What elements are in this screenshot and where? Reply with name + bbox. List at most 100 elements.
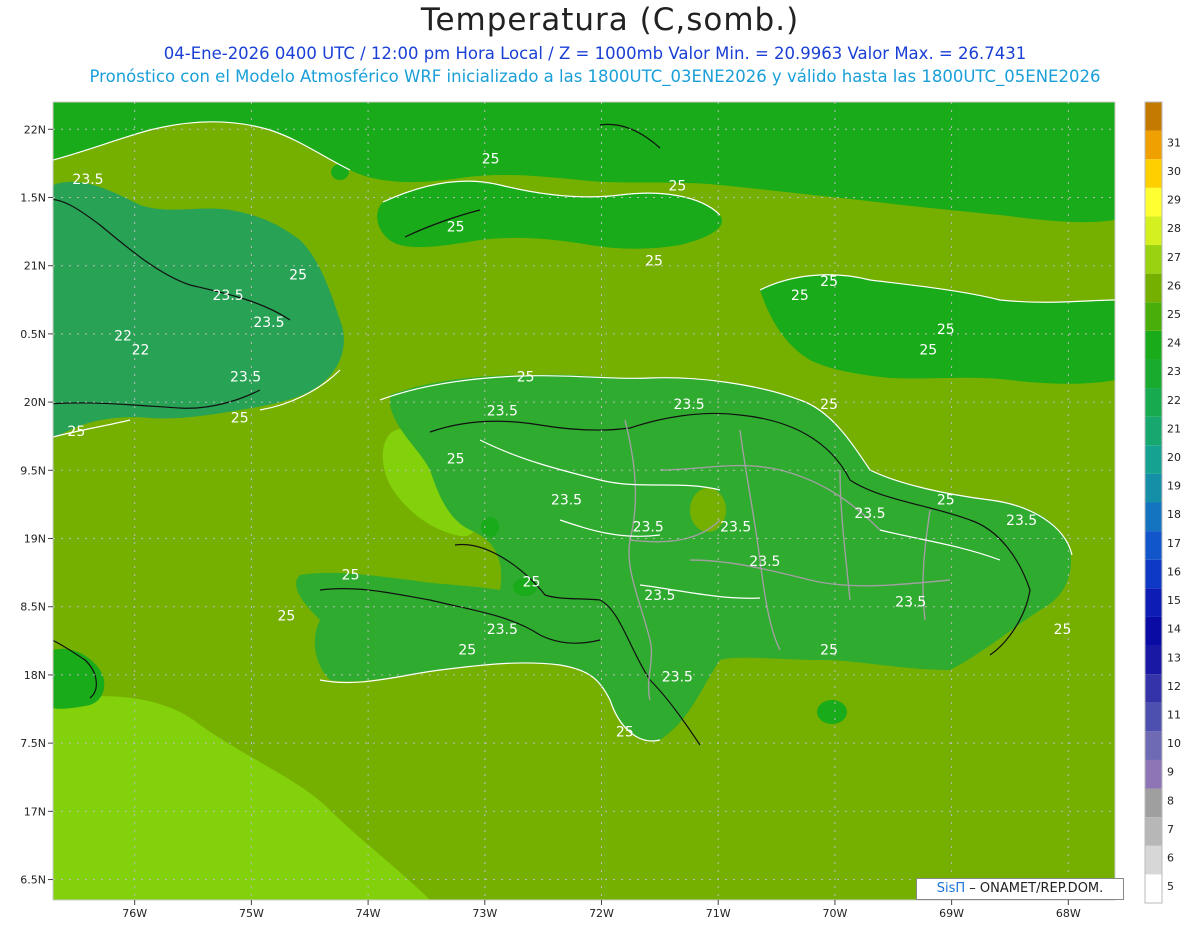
contour-label: 23.5	[1006, 513, 1037, 529]
contour-label: 23.5	[644, 588, 675, 604]
colorbar-label: 29	[1167, 194, 1181, 207]
land-islet-4	[331, 164, 349, 180]
contour-label: 25	[482, 151, 500, 167]
contour-label: 23.5	[212, 288, 243, 304]
contour-label: 25	[791, 288, 809, 304]
lon-tick-label: 73W	[472, 907, 497, 920]
colorbar-label: 8	[1167, 794, 1174, 807]
colorbar-label: 26	[1167, 279, 1181, 292]
lon-tick-label: 74W	[356, 907, 381, 920]
colorbar-label: 27	[1167, 251, 1181, 264]
contour-label: 25	[447, 451, 465, 467]
subtitle-model-info: Pronóstico con el Modelo Atmosférico WRF…	[89, 67, 1101, 86]
colorbar-label: 14	[1167, 623, 1181, 636]
latitude-axis: 22N 1.5N 21N 0.5N 20N 9.5N 19N 8.5N 18N 7.5N 17N 6.…	[20, 123, 53, 887]
colorbar-label: 30	[1167, 165, 1181, 178]
lat-tick-label: 7.5N	[20, 737, 46, 750]
contour-label: 25	[820, 642, 838, 658]
land-islet-1	[817, 700, 847, 724]
credit-text: – ONAMET/REP.DOM.	[965, 881, 1104, 896]
colorbar-swatch	[1145, 330, 1162, 360]
contour-label: 25	[616, 724, 634, 740]
colorbar-swatch	[1145, 445, 1162, 474]
colorbar-label: 20	[1167, 451, 1181, 464]
colorbar-label: 13	[1167, 651, 1181, 664]
colorbar-label: 10	[1167, 737, 1181, 750]
lat-tick-label: 22N	[24, 123, 46, 136]
colorbar-swatch	[1145, 731, 1162, 760]
lon-tick-label: 70W	[822, 907, 847, 920]
contour-label: 25	[1054, 622, 1072, 638]
colorbar-swatch	[1145, 645, 1162, 675]
contour-label: 23.5	[551, 492, 582, 508]
credit-brand: SisΠ	[936, 881, 966, 896]
colorbar-label: 7	[1167, 823, 1174, 836]
contour-label: 22	[114, 329, 132, 345]
contour-label: 23.5	[633, 520, 664, 536]
colorbar-label: 24	[1167, 337, 1181, 350]
colorbar-label: 17	[1167, 537, 1181, 550]
colorbar-swatch	[1145, 102, 1162, 131]
lon-tick-label: 71W	[706, 907, 731, 920]
contour-label: 23.5	[253, 315, 284, 331]
colorbar-label: 21	[1167, 422, 1181, 435]
lon-tick-label: 76W	[122, 907, 147, 920]
colorbar-swatch	[1145, 702, 1162, 732]
contour-label: 23.5	[487, 622, 518, 638]
credit-box: SisΠ – ONAMET/REP.DOM.	[916, 878, 1124, 900]
colorbar-swatch	[1145, 759, 1162, 789]
colorbar-swatch	[1145, 473, 1162, 503]
colorbar-label: 25	[1167, 308, 1181, 321]
colorbar-swatch	[1145, 588, 1162, 617]
colorbar-swatch	[1145, 302, 1162, 331]
colorbar-label: 12	[1167, 680, 1181, 693]
contour-label: 25	[342, 567, 360, 583]
contour-label: 25	[820, 274, 838, 290]
colorbar-label: 16	[1167, 565, 1181, 578]
colorbar-swatch	[1145, 817, 1162, 846]
colorbar-swatch	[1145, 359, 1162, 389]
lat-tick-label: 0.5N	[20, 328, 46, 341]
lat-tick-label: 17N	[24, 805, 46, 818]
lat-tick-label: 19N	[24, 533, 46, 546]
colorbar-label: 28	[1167, 222, 1181, 235]
colorbar-label: 19	[1167, 480, 1181, 493]
lat-tick-label: 1.5N	[20, 191, 46, 204]
map-title: Temperatura (C,somb.)	[420, 2, 800, 38]
lat-tick-label: 18N	[24, 669, 46, 682]
colorbar-swatch	[1145, 416, 1162, 446]
contour-label: 23.5	[72, 172, 103, 188]
colorbar-swatch	[1145, 502, 1162, 532]
contour-label: 25	[645, 254, 663, 270]
colorbar-label: 23	[1167, 365, 1181, 378]
contour-label: 25	[937, 492, 955, 508]
colorbar-label: 18	[1167, 508, 1181, 521]
contour-label: 23.5	[720, 520, 751, 536]
colorbar-swatch	[1145, 616, 1162, 646]
contour-label: 22	[132, 342, 150, 358]
colorbar-swatch	[1145, 845, 1162, 875]
colorbar-swatch	[1145, 674, 1162, 703]
contour-label: 25	[937, 322, 955, 338]
contour-label: 25	[67, 424, 85, 440]
colorbar-label: 9	[1167, 766, 1174, 779]
colorbar-swatch	[1145, 187, 1162, 217]
colorbar-label: 22	[1167, 394, 1181, 407]
colorbar-swatch	[1145, 245, 1162, 274]
subtitle-run-info: 04-Ene-2026 0400 UTC / 12:00 pm Hora Loc…	[163, 44, 1027, 63]
contour-label: 25	[517, 370, 535, 386]
longitude-axis: 76W 75W 74W 73W 72W 71W 70W 69W 68W	[122, 900, 1081, 920]
colorbar-swatch	[1145, 159, 1162, 188]
contour-label: 25	[458, 642, 476, 658]
colorbar-swatch	[1145, 388, 1162, 417]
contour-label: 23.5	[487, 404, 518, 420]
colorbar-swatch	[1145, 273, 1162, 303]
lon-tick-label: 75W	[239, 907, 264, 920]
lon-tick-label: 68W	[1056, 907, 1081, 920]
colorbar-swatch	[1145, 531, 1162, 560]
contour-label: 23.5	[230, 370, 261, 386]
land-islet-2	[481, 517, 499, 537]
contour-label: 25	[523, 574, 541, 590]
contour-label: 25	[668, 179, 686, 195]
contour-label: 23.5	[673, 397, 704, 413]
